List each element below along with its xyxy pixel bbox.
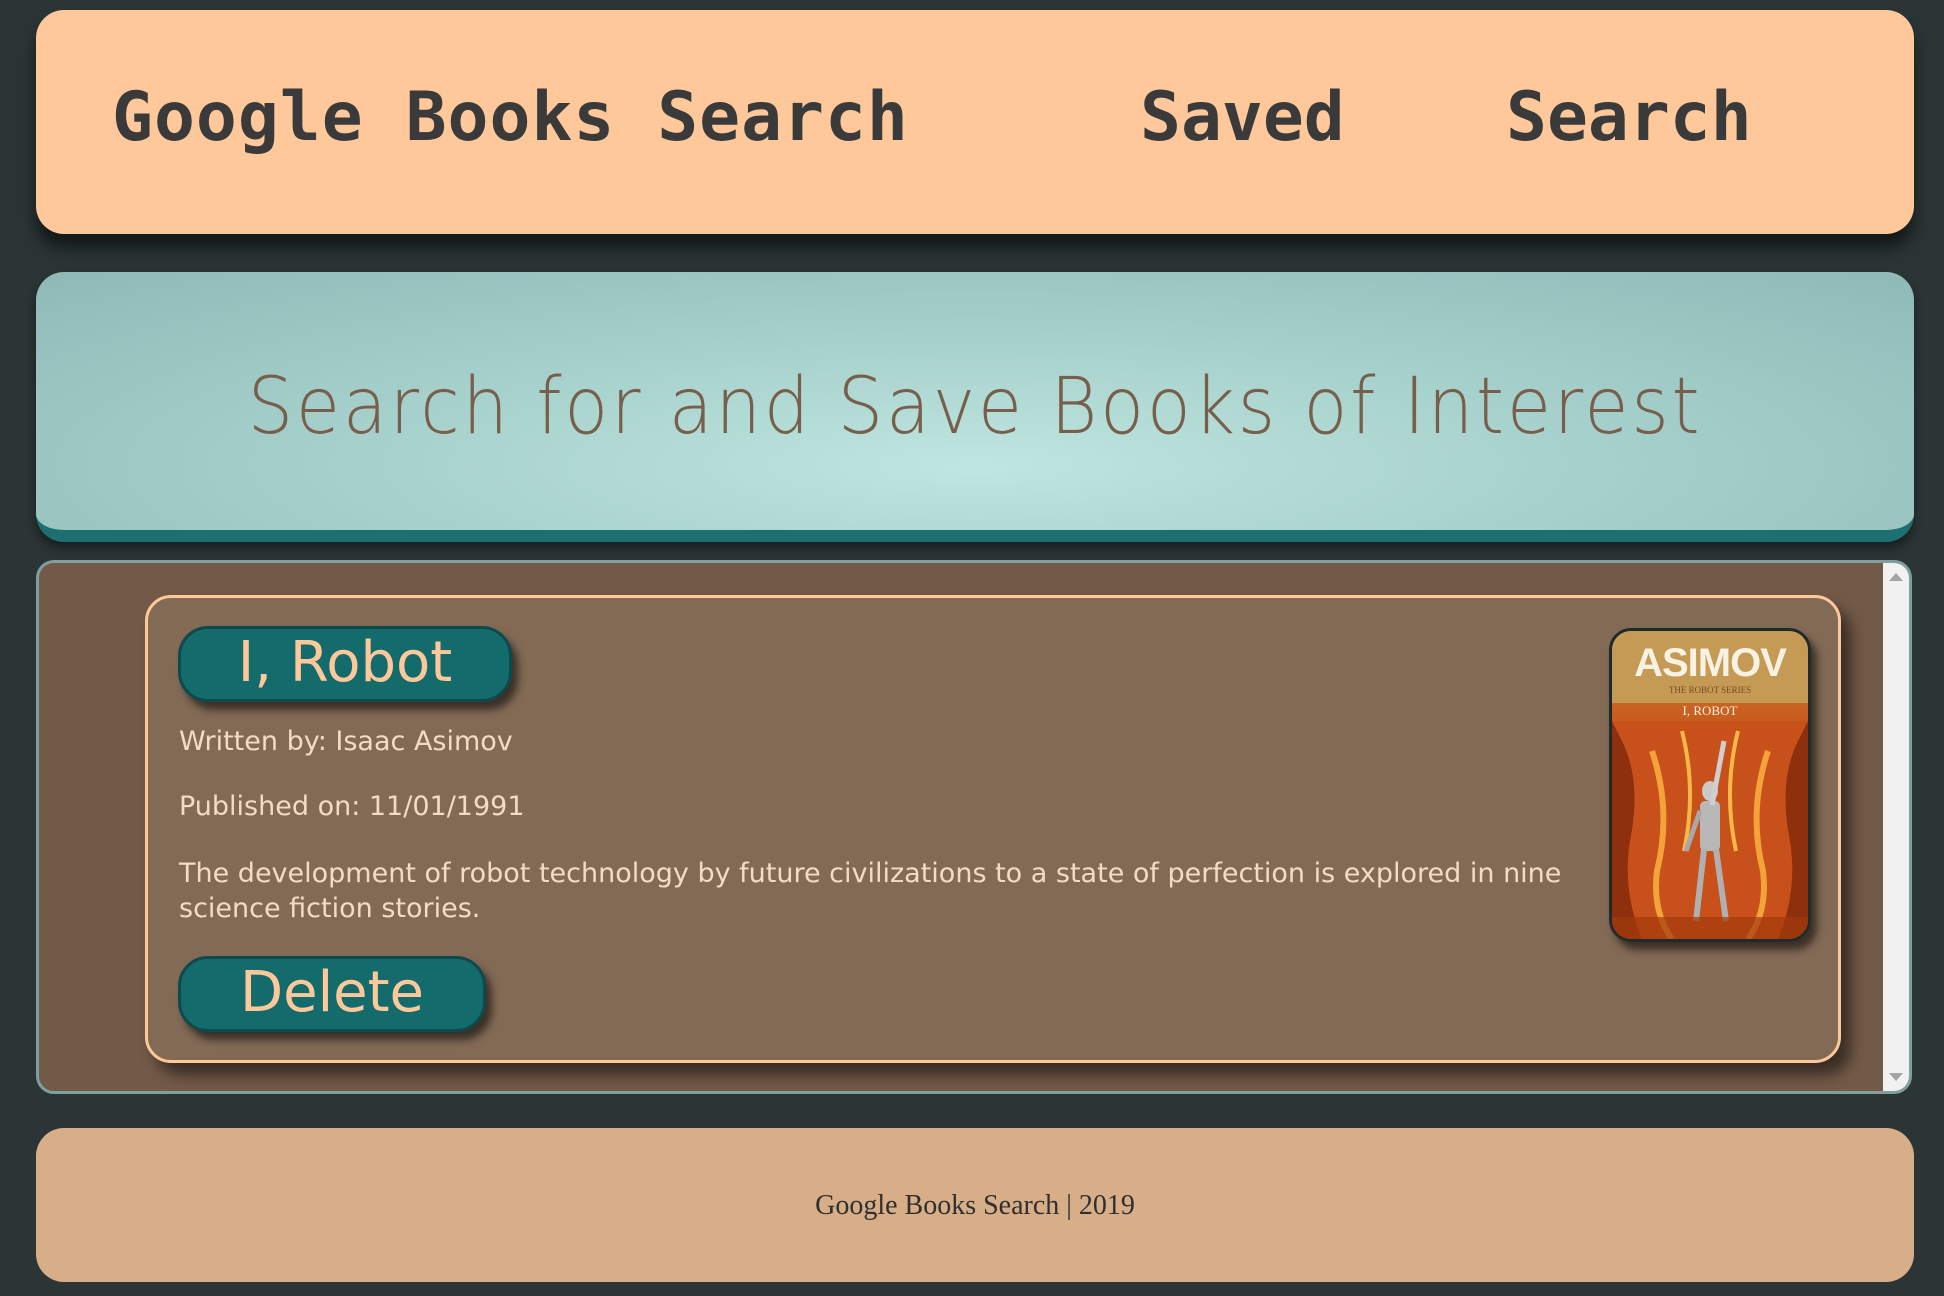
nav-link-search[interactable]: Search	[1506, 78, 1752, 157]
results-scrollbar[interactable]	[1883, 563, 1909, 1091]
book-author: Written by: Isaac Asimov	[179, 726, 513, 757]
scroll-up-arrow-icon[interactable]	[1889, 573, 1903, 581]
book-card: I, Robot Written by: Isaac Asimov Publis…	[145, 595, 1841, 1063]
book-cover-image[interactable]: ASIMOV THE ROBOT SERIES I, ROBOT	[1609, 628, 1811, 942]
navbar: Google Books Search Saved Search	[36, 10, 1914, 234]
jumbotron-title: Search for and Save Books of Interest	[247, 362, 1703, 452]
footer-text: Google Books Search | 2019	[815, 1190, 1135, 1221]
cover-title-text: I, ROBOT	[1682, 703, 1738, 718]
nav-link-saved[interactable]: Saved	[1140, 78, 1345, 157]
saved-books-panel: I, Robot Written by: Isaac Asimov Publis…	[36, 560, 1912, 1094]
robot-illustration	[1612, 721, 1808, 939]
book-description: The development of robot technology by f…	[179, 858, 1562, 924]
delete-button[interactable]: Delete	[178, 956, 486, 1032]
scroll-down-arrow-icon[interactable]	[1889, 1073, 1903, 1081]
brand-link[interactable]: Google Books Search	[112, 78, 909, 157]
book-published-date: Published on: 11/01/1991	[179, 791, 525, 822]
cover-author-text: ASIMOV	[1634, 641, 1787, 685]
footer: Google Books Search | 2019	[36, 1128, 1914, 1282]
cover-series-text: THE ROBOT SERIES	[1668, 685, 1752, 695]
book-title-button[interactable]: I, Robot	[178, 626, 512, 702]
jumbotron: Search for and Save Books of Interest	[36, 272, 1914, 542]
